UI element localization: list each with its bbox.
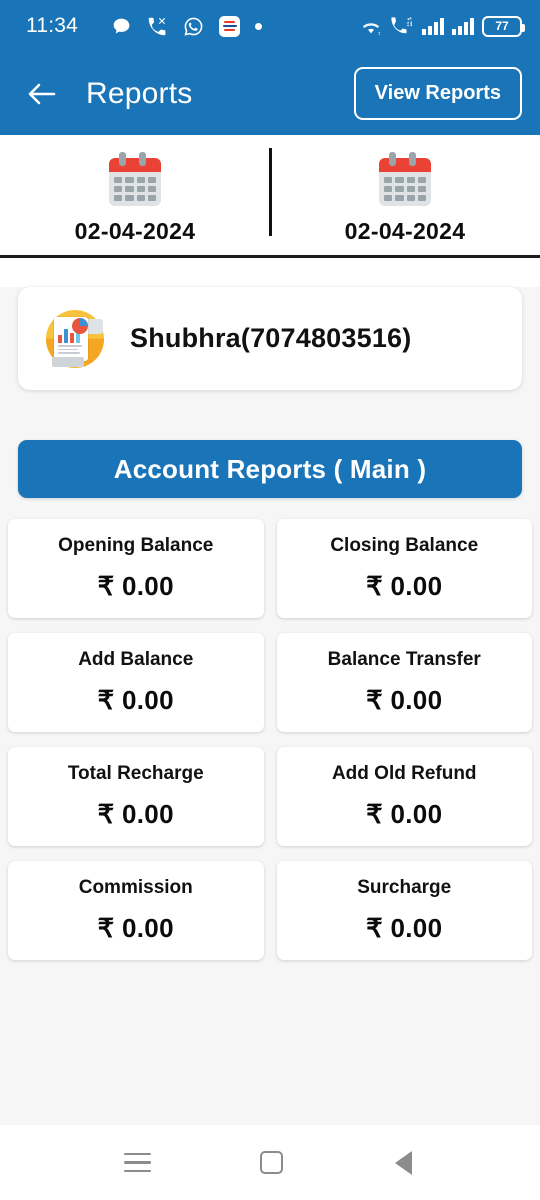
stat-label: Closing Balance [330, 535, 479, 556]
status-left-group: 11:34 [18, 14, 360, 38]
stat-label: Opening Balance [58, 535, 214, 556]
page-title: Reports [86, 76, 193, 110]
dot-icon [255, 22, 262, 30]
back-button[interactable] [18, 71, 64, 117]
stat-label: Surcharge [357, 877, 452, 898]
stat-card[interactable]: Add Old Refund ₹ 0.00 [276, 747, 532, 846]
report-content: Shubhra(7074803516) Account Reports ( Ma… [0, 287, 540, 1162]
calendar-icon [105, 150, 165, 210]
date-divider [269, 148, 272, 236]
to-date-value: 02-04-2024 [344, 217, 466, 244]
message-bubble-icon [111, 16, 132, 37]
status-right-group: 77 [360, 15, 525, 37]
stat-label: Total Recharge [67, 763, 204, 784]
account-reports-header[interactable]: Account Reports ( Main ) [18, 440, 522, 498]
battery-level-label: 77 [495, 19, 509, 33]
system-navigation-bar [0, 1125, 540, 1200]
recents-icon[interactable] [124, 1152, 152, 1173]
stat-value: ₹ 0.00 [366, 685, 443, 715]
user-card[interactable]: Shubhra(7074803516) [18, 287, 522, 390]
missed-call-icon [147, 16, 168, 37]
status-bar: 11:34 77 [0, 0, 540, 52]
signal-sim2-icon [452, 17, 474, 35]
user-name-label: Shubhra(7074803516) [130, 323, 412, 353]
stat-card[interactable]: Surcharge ₹ 0.00 [276, 861, 532, 960]
app-screen: 11:34 77 Reports View Reports 02-04-2024… [0, 0, 540, 1200]
whatsapp-icon [183, 16, 204, 37]
stat-value: ₹ 0.00 [366, 799, 443, 829]
stats-grid: Opening Balance ₹ 0.00 Closing Balance ₹… [8, 519, 532, 960]
wifi-icon [360, 17, 382, 36]
home-icon[interactable] [259, 1151, 283, 1174]
stat-value: ₹ 0.00 [97, 571, 174, 601]
app-notification-icon [219, 15, 240, 37]
battery-icon: 77 [482, 15, 525, 37]
report-avatar-icon [42, 306, 108, 372]
stat-card[interactable]: Balance Transfer ₹ 0.00 [276, 633, 532, 732]
app-bar: Reports View Reports [0, 52, 540, 135]
stat-label: Add Old Refund [331, 763, 477, 784]
to-date-picker[interactable]: 02-04-2024 [270, 135, 540, 255]
stat-value: ₹ 0.00 [366, 571, 443, 601]
stat-value: ₹ 0.00 [97, 799, 174, 829]
back-icon[interactable] [392, 1150, 416, 1175]
stat-label: Add Balance [78, 649, 194, 670]
stat-value: ₹ 0.00 [366, 913, 443, 943]
signal-sim1-icon [422, 17, 444, 35]
date-filter-row: 02-04-2024 02-04-2024 [0, 135, 540, 258]
stat-card[interactable]: Opening Balance ₹ 0.00 [8, 519, 264, 618]
from-date-value: 02-04-2024 [74, 217, 196, 244]
view-reports-button[interactable]: View Reports [353, 67, 522, 120]
back-arrow-icon [28, 83, 56, 104]
status-clock: 11:34 [26, 14, 78, 37]
stat-card[interactable]: Closing Balance ₹ 0.00 [276, 519, 532, 618]
stat-card[interactable]: Add Balance ₹ 0.00 [8, 633, 264, 732]
stat-label: Commission [78, 877, 193, 898]
wifi-calling-icon [390, 16, 414, 36]
stat-value: ₹ 0.00 [97, 685, 174, 715]
stat-card[interactable]: Commission ₹ 0.00 [8, 861, 264, 960]
stat-label: Balance Transfer [327, 649, 481, 670]
calendar-icon [375, 150, 435, 210]
stat-card[interactable]: Total Recharge ₹ 0.00 [8, 747, 264, 846]
from-date-picker[interactable]: 02-04-2024 [0, 135, 270, 255]
stat-value: ₹ 0.00 [97, 913, 174, 943]
